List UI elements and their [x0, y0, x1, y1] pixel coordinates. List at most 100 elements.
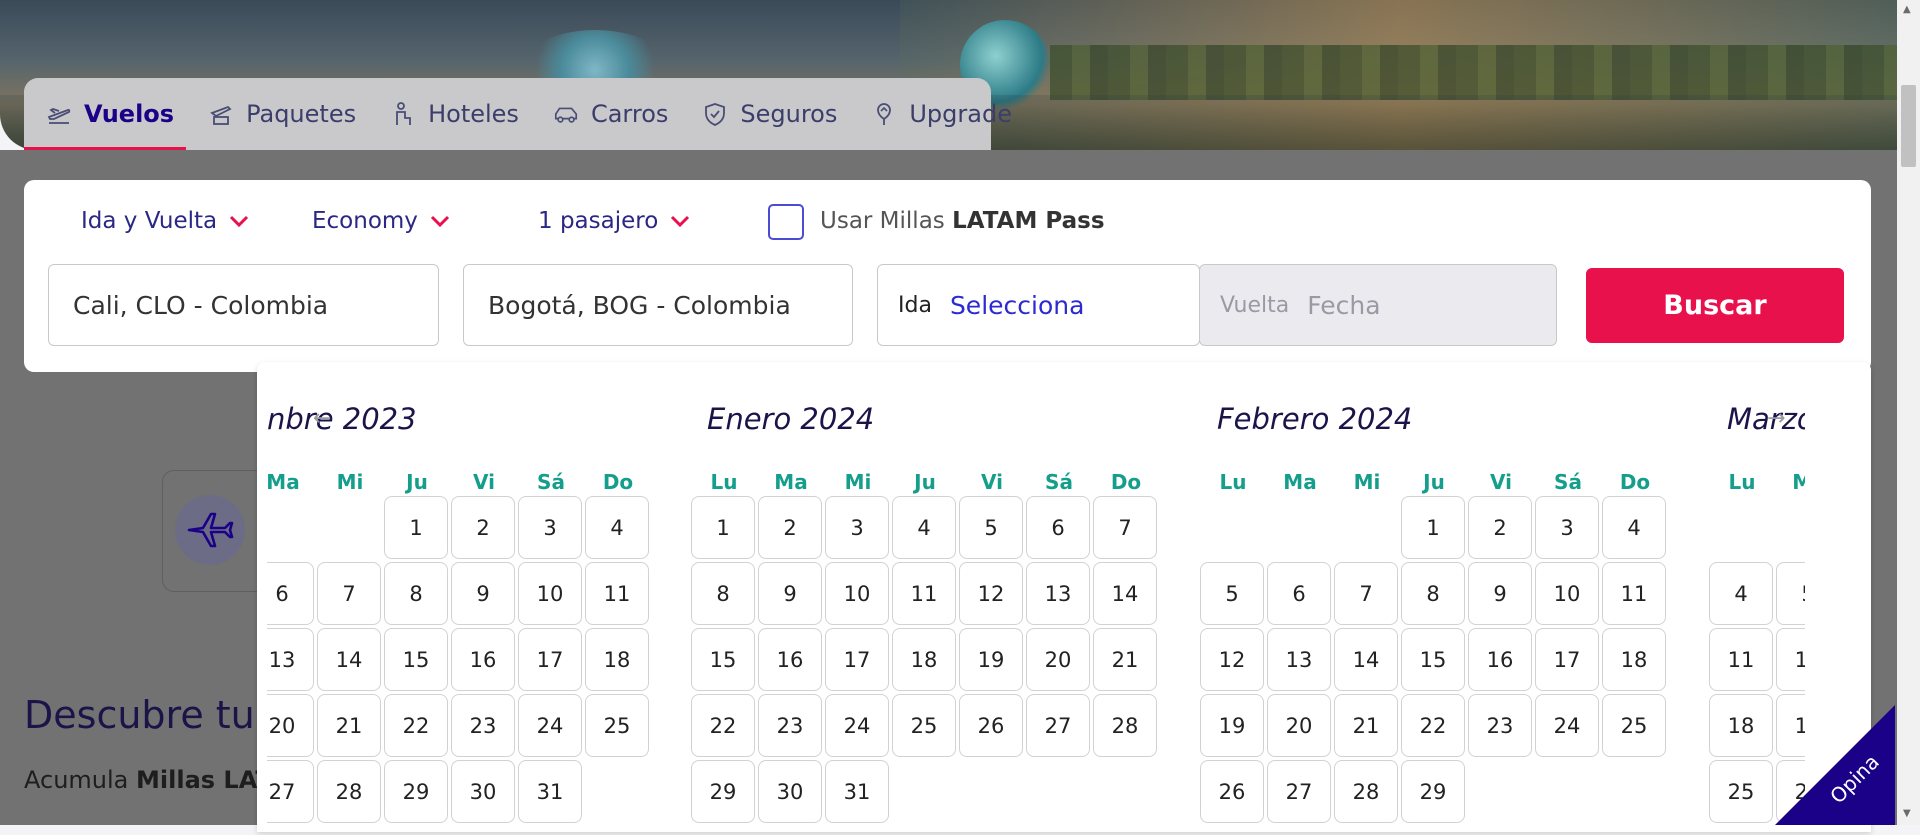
calendar-day[interactable]: 24 — [1535, 694, 1599, 757]
calendar-day[interactable]: 25 — [1709, 760, 1773, 823]
calendar-day[interactable]: 7 — [317, 562, 381, 625]
calendar-day[interactable]: 1 — [1401, 496, 1465, 559]
cabin-dropdown[interactable]: Economy — [312, 208, 450, 234]
calendar-day[interactable]: 6 — [267, 562, 314, 625]
calendar-day[interactable]: 11 — [1602, 562, 1666, 625]
calendar-day[interactable]: 6 — [1267, 562, 1331, 625]
calendar-day[interactable]: 22 — [384, 694, 448, 757]
calendar-day[interactable]: 9 — [451, 562, 515, 625]
return-date-field[interactable]: Vuelta Fecha — [1199, 264, 1557, 346]
destination-field[interactable]: Bogotá, BOG - Colombia — [463, 264, 853, 346]
use-miles-checkbox[interactable] — [768, 204, 804, 240]
calendar-day[interactable]: 29 — [1401, 760, 1465, 823]
calendar-day[interactable]: 21 — [317, 694, 381, 757]
calendar-day[interactable]: 11 — [892, 562, 956, 625]
calendar-day[interactable]: 31 — [518, 760, 582, 823]
calendar-day[interactable]: 16 — [1468, 628, 1532, 691]
calendar-day[interactable]: 21 — [1334, 694, 1398, 757]
calendar-day[interactable]: 2 — [451, 496, 515, 559]
calendar-day[interactable]: 20 — [267, 694, 314, 757]
calendar-day[interactable]: 8 — [1401, 562, 1465, 625]
calendar-day[interactable]: 20 — [1026, 628, 1090, 691]
calendar-day[interactable]: 1 — [691, 496, 755, 559]
departure-date-field[interactable]: Ida Selecciona — [877, 264, 1200, 346]
calendar-day[interactable]: 28 — [1093, 694, 1157, 757]
next-month-button[interactable]: → — [1767, 406, 1785, 431]
calendar-day[interactable]: 10 — [825, 562, 889, 625]
calendar-day[interactable]: 29 — [384, 760, 448, 823]
calendar-day[interactable]: 13 — [1267, 628, 1331, 691]
calendar-day[interactable]: 16 — [451, 628, 515, 691]
calendar-day[interactable]: 13 — [267, 628, 314, 691]
calendar-day[interactable]: 12 — [1776, 628, 1805, 691]
calendar-day[interactable]: 11 — [585, 562, 649, 625]
feedback-tab[interactable]: Opina — [1775, 705, 1905, 835]
calendar-day[interactable]: 2 — [1468, 496, 1532, 559]
tab-vuelos[interactable]: Vuelos — [24, 78, 187, 150]
calendar-day[interactable]: 8 — [384, 562, 448, 625]
calendar-day[interactable]: 12 — [959, 562, 1023, 625]
calendar-day[interactable]: 16 — [758, 628, 822, 691]
tab-upgrade[interactable]: Upgrade — [849, 78, 1024, 150]
calendar-day[interactable]: 12 — [1200, 628, 1264, 691]
calendar-day[interactable]: 15 — [1401, 628, 1465, 691]
calendar-day[interactable]: 30 — [451, 760, 515, 823]
calendar-day[interactable]: 30 — [758, 760, 822, 823]
passengers-dropdown[interactable]: 1 pasajero — [538, 208, 690, 234]
search-button[interactable]: Buscar — [1586, 268, 1844, 343]
calendar-day[interactable]: 17 — [1535, 628, 1599, 691]
calendar-day[interactable]: 19 — [1200, 694, 1264, 757]
scrollbar-thumb[interactable] — [1901, 85, 1916, 167]
calendar-day[interactable]: 3 — [518, 496, 582, 559]
calendar-day[interactable]: 18 — [1602, 628, 1666, 691]
use-miles-label[interactable]: Usar Millas LATAM Pass — [820, 208, 1105, 234]
tab-carros[interactable]: Carros — [531, 78, 680, 150]
calendar-day[interactable]: 23 — [1468, 694, 1532, 757]
calendar-day[interactable]: 11 — [1709, 628, 1773, 691]
calendar-day[interactable]: 9 — [1468, 562, 1532, 625]
calendar-day[interactable]: 1 — [384, 496, 448, 559]
calendar-day[interactable]: 25 — [892, 694, 956, 757]
calendar-day[interactable]: 20 — [1267, 694, 1331, 757]
calendar-day[interactable]: 18 — [1709, 694, 1773, 757]
calendar-day[interactable]: 19 — [959, 628, 1023, 691]
calendar-day[interactable]: 10 — [518, 562, 582, 625]
calendar-day[interactable]: 4 — [892, 496, 956, 559]
calendar-day[interactable]: 14 — [317, 628, 381, 691]
calendar-day[interactable]: 17 — [825, 628, 889, 691]
calendar-day[interactable]: 29 — [691, 760, 755, 823]
calendar-day[interactable]: 31 — [825, 760, 889, 823]
calendar-day[interactable]: 23 — [758, 694, 822, 757]
calendar-day[interactable]: 27 — [1267, 760, 1331, 823]
calendar-day[interactable]: 3 — [825, 496, 889, 559]
calendar-day[interactable]: 26 — [959, 694, 1023, 757]
calendar-day[interactable]: 24 — [825, 694, 889, 757]
calendar-day[interactable]: 15 — [691, 628, 755, 691]
calendar-day[interactable]: 2 — [758, 496, 822, 559]
calendar-day[interactable]: 18 — [585, 628, 649, 691]
calendar-day[interactable]: 23 — [451, 694, 515, 757]
calendar-day[interactable]: 4 — [1602, 496, 1666, 559]
calendar-day[interactable]: 9 — [758, 562, 822, 625]
calendar-day[interactable]: 28 — [317, 760, 381, 823]
calendar-day[interactable]: 7 — [1334, 562, 1398, 625]
calendar-day[interactable]: 17 — [518, 628, 582, 691]
calendar-day[interactable]: 3 — [1535, 496, 1599, 559]
calendar-day[interactable]: 24 — [518, 694, 582, 757]
calendar-day[interactable]: 14 — [1334, 628, 1398, 691]
calendar-day[interactable]: 22 — [691, 694, 755, 757]
calendar-day[interactable]: 5 — [1776, 562, 1805, 625]
calendar-day[interactable]: 25 — [585, 694, 649, 757]
calendar-day[interactable]: 5 — [959, 496, 1023, 559]
calendar-day[interactable]: 21 — [1093, 628, 1157, 691]
scroll-down-icon[interactable]: ▼ — [1903, 808, 1911, 819]
calendar-day[interactable]: 28 — [1334, 760, 1398, 823]
calendar-day[interactable]: 7 — [1093, 496, 1157, 559]
tab-seguros[interactable]: Seguros — [680, 78, 849, 150]
trip-type-dropdown[interactable]: Ida y Vuelta — [81, 208, 249, 234]
calendar-day[interactable]: 22 — [1401, 694, 1465, 757]
calendar-day[interactable]: 26 — [1200, 760, 1264, 823]
calendar-day[interactable]: 15 — [384, 628, 448, 691]
calendar-day[interactable]: 27 — [267, 760, 314, 823]
calendar-day[interactable]: 4 — [1709, 562, 1773, 625]
